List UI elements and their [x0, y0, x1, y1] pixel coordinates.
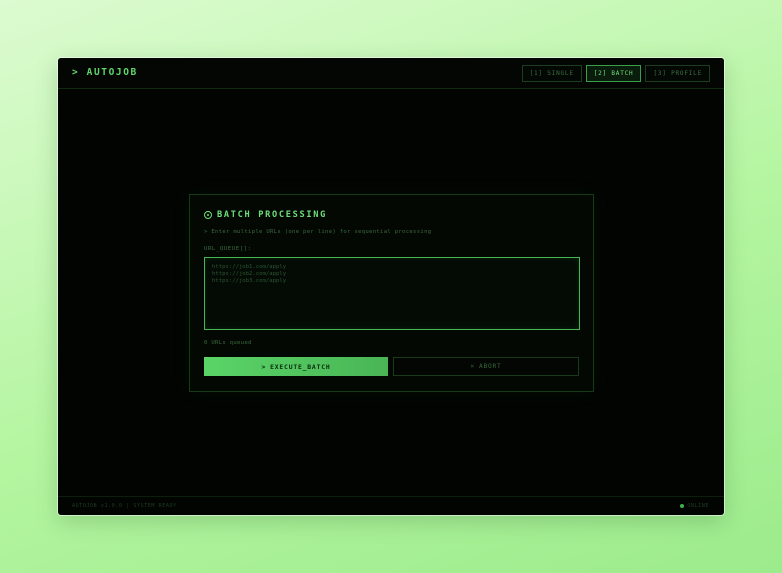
footer-version: AUTOJOB v1.0.0 | SYSTEM READY	[72, 503, 177, 509]
abort-button[interactable]: × ABORT	[393, 357, 579, 376]
app-logo: > AUTOJOB	[72, 67, 138, 78]
nav-tab-single[interactable]: [1] SINGLE	[521, 65, 582, 82]
footer: AUTOJOB v1.0.0 | SYSTEM READY ONLINE	[58, 496, 724, 515]
status-dot-icon	[680, 504, 685, 508]
nav-tab-profile[interactable]: [3] PROFILE	[645, 65, 710, 82]
chevron-right-icon: >	[261, 362, 267, 371]
batch-panel: BATCH PROCESSING > Enter multiple URLs (…	[189, 194, 594, 392]
mode-nav: [1] SINGLE [2] BATCH [3] PROFILE	[521, 65, 710, 82]
panel-title-text: BATCH PROCESSING	[217, 210, 327, 220]
url-queue-label: URL_QUEUE[]:	[204, 246, 252, 252]
panel-title: BATCH PROCESSING	[204, 210, 327, 220]
nav-tab-batch[interactable]: [2] BATCH	[585, 65, 642, 82]
target-icon	[204, 211, 212, 219]
execute-batch-button[interactable]: > EXECUTE_BATCH	[204, 357, 388, 376]
queue-status: 0 URLs queued	[204, 340, 252, 346]
url-queue-input[interactable]	[205, 258, 579, 329]
url-queue-box	[204, 257, 580, 330]
top-bar: > AUTOJOB [1] SINGLE [2] BATCH [3] PROFI…	[58, 58, 724, 89]
panel-description: > Enter multiple URLs (one per line) for…	[204, 229, 432, 235]
app-window: > AUTOJOB [1] SINGLE [2] BATCH [3] PROFI…	[58, 58, 724, 515]
status-text: ONLINE	[687, 503, 709, 509]
execute-batch-label: EXECUTE_BATCH	[270, 362, 331, 371]
status-indicator: ONLINE	[680, 503, 709, 509]
close-icon: ×	[470, 363, 475, 370]
abort-label: ABORT	[478, 363, 502, 370]
